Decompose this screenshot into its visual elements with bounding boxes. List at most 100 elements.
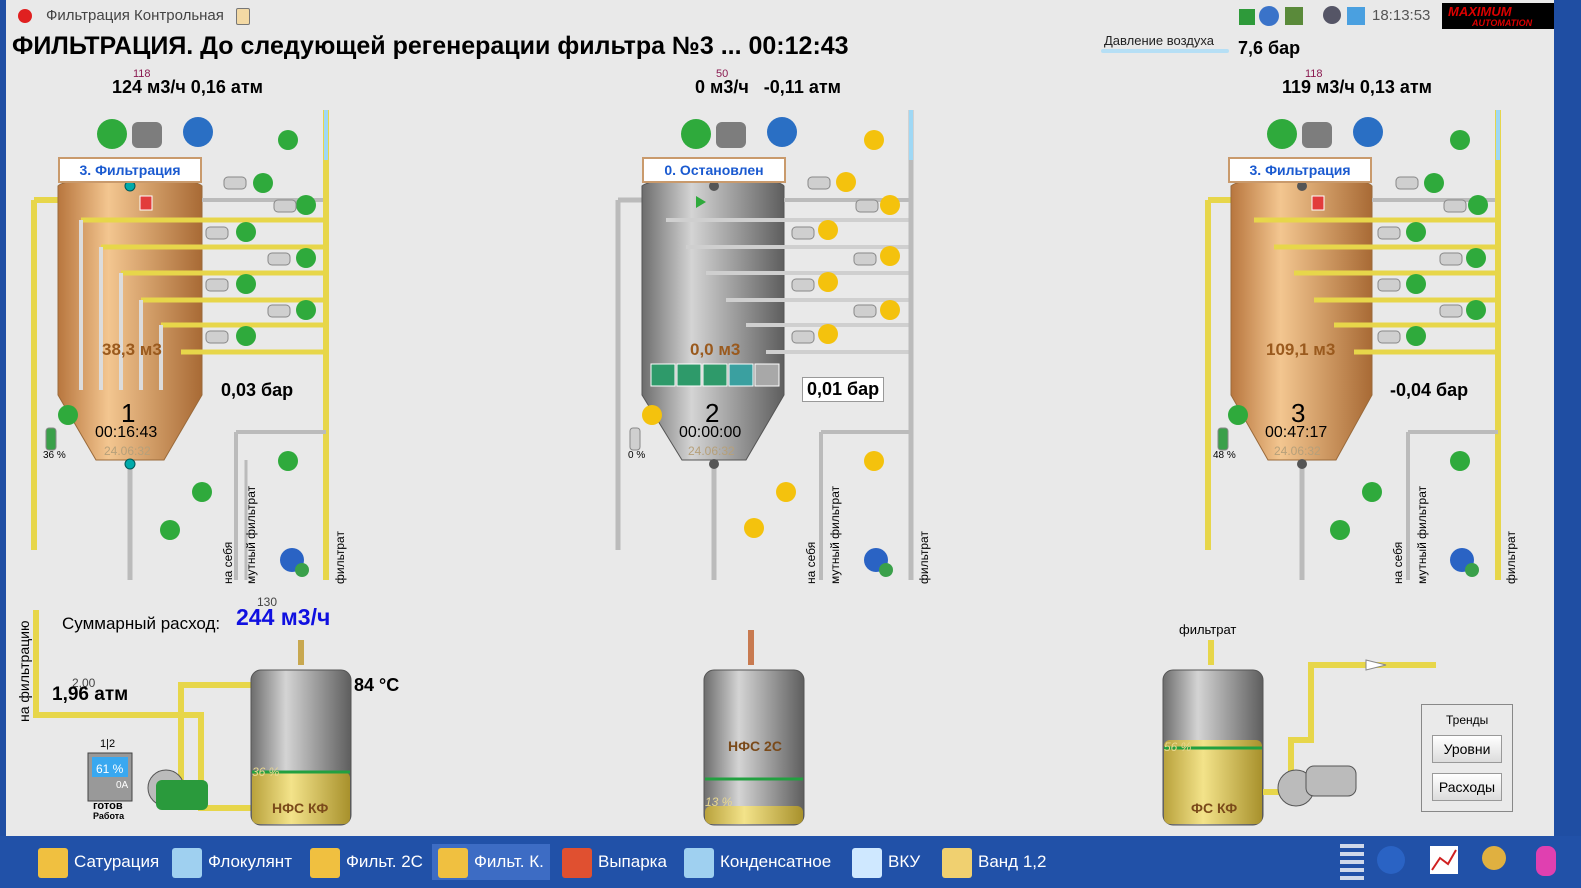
filter-2-level: 0,0 м3 — [690, 340, 741, 359]
filter-1-filtrate-label: фильтрат — [333, 531, 347, 584]
tank-3-name: ФС КФ — [1191, 800, 1238, 816]
task-filter-2c[interactable]: Фильт. 2С — [310, 844, 423, 880]
filter-3-timer: 00:47:17 — [1265, 424, 1328, 441]
filter-2-self-label: на себя — [804, 541, 818, 584]
task-saturation-label: Сатурация — [74, 852, 160, 871]
pump-state-running: Работа — [93, 811, 125, 821]
filter-2-date: 24.06:32 — [688, 444, 735, 458]
task-vand[interactable]: Ванд 1,2 — [942, 844, 1046, 880]
task-vku[interactable]: ВКУ — [852, 844, 920, 880]
company-logo: MAXIMUM AUTOMATION — [1442, 3, 1554, 29]
flocculant-icon — [172, 847, 202, 878]
temperature-value: 84 °C — [354, 675, 400, 695]
task-condensate-label: Конденсатное — [720, 852, 832, 871]
evaporation-icon — [562, 847, 592, 878]
network-icon[interactable] — [1285, 7, 1303, 25]
filter-2-status[interactable]: 0. Остановлен — [642, 157, 786, 183]
task-evaporation[interactable]: Выпарка — [562, 844, 667, 880]
task-vku-label: ВКУ — [888, 852, 921, 871]
filter-3-pressure: -0,04 бар — [1390, 380, 1469, 400]
plus-icon[interactable] — [1239, 9, 1255, 25]
air-pressure-value: 7,6 бар — [1238, 38, 1301, 58]
filter-3-valve-pct: 48 % — [1213, 450, 1236, 461]
filter-1-icons — [97, 117, 213, 149]
filter-3-date: 24.06:32 — [1274, 444, 1321, 458]
filter-3-icons — [1267, 117, 1383, 149]
filter-2-icons — [681, 117, 797, 149]
filter-2-mode-buttons — [650, 363, 780, 387]
cup-icon[interactable] — [132, 122, 162, 148]
task-evaporation-label: Выпарка — [598, 852, 667, 871]
vku-icon — [852, 847, 882, 878]
task-flocculant[interactable]: Флокулянт — [172, 844, 292, 880]
line-pressure-value: 1,96 атм — [52, 684, 129, 705]
close-icon[interactable] — [18, 9, 32, 23]
engineer-icon[interactable] — [1482, 846, 1506, 870]
tank-3-level: 56 % — [1164, 740, 1192, 754]
tank-1-name: НФС КФ — [272, 800, 329, 816]
pump-percent: 61 % — [96, 762, 124, 776]
total-flow-label: Суммарный расход: — [62, 614, 221, 633]
window-title: Фильтрация Контрольная — [46, 7, 224, 24]
clipboard-icon[interactable] — [236, 8, 250, 25]
to-filtration-label: на фильтрацию — [16, 620, 32, 722]
filter-1-status[interactable]: 3. Фильтрация — [58, 157, 202, 183]
timer-icon[interactable] — [97, 119, 127, 149]
filter-2c-icon — [310, 847, 340, 878]
gauge-icon[interactable] — [767, 117, 797, 147]
trends-panel: Тренды Уровни Расходы — [1421, 704, 1513, 812]
task-filter-2c-label: Фильт. 2С — [346, 852, 423, 871]
filter-2-valve-pct: 0 % — [628, 450, 646, 461]
task-flocculant-label: Флокулянт — [208, 852, 292, 871]
filter-3-self-label: на себя — [1391, 541, 1405, 584]
pump-ratio: 1|2 — [100, 738, 116, 750]
task-filter-k-label: Фильт. К. — [474, 852, 544, 871]
chat-icon[interactable] — [1259, 6, 1279, 26]
user-icon[interactable] — [1323, 6, 1341, 24]
trends-flows-button[interactable]: Расходы — [1432, 773, 1502, 801]
task-saturation[interactable]: Сатурация — [38, 844, 159, 880]
filter-1-pressure: 0,03 бар — [221, 380, 294, 400]
svg-text:MAXIMUM: MAXIMUM — [1448, 4, 1513, 19]
tank-1-level: 36 % — [252, 765, 280, 779]
touch-icon[interactable] — [1536, 846, 1556, 876]
page-title: ФИЛЬТРАЦИЯ. До следующей регенерации фил… — [12, 32, 849, 60]
settings-gear-icons[interactable] — [280, 548, 1479, 577]
gauge-icon[interactable] — [1353, 117, 1383, 147]
filter-3-status[interactable]: 3. Фильтрация — [1228, 157, 1372, 183]
settings-icon[interactable] — [1377, 846, 1405, 874]
trends-levels-button[interactable]: Уровни — [1432, 735, 1502, 763]
task-condensate[interactable]: Конденсатное — [684, 844, 831, 880]
filter-k-icon — [438, 847, 468, 878]
menu-icon[interactable] — [1340, 844, 1364, 880]
filter-2-pressure: 0,01 бар — [802, 377, 885, 402]
filter-2-flow: 0 м3/ч -0,11 атм — [695, 77, 841, 97]
task-filter-k[interactable]: Фильт. К. — [432, 844, 550, 880]
filter-1-valve-pct: 36 % — [43, 450, 66, 461]
taskbar-tools — [1340, 844, 1556, 880]
tank-2-level: 13 % — [705, 795, 733, 809]
alarm-indicator — [139, 195, 153, 211]
filter-3-turbid-label: мутный фильтрат — [1415, 485, 1429, 584]
timer-icon[interactable] — [681, 119, 711, 149]
filter-3-flow: 119 м3/ч 0,13 атм — [1282, 77, 1432, 97]
filter-2-turbid-label: мутный фильтрат — [828, 485, 842, 584]
tank-2-name: НФС 2С — [728, 738, 782, 754]
timer-icon[interactable] — [1267, 119, 1297, 149]
cup-icon[interactable] — [1302, 122, 1332, 148]
filter-3-level: 109,1 м3 — [1266, 340, 1336, 359]
filter-2-filtrate-label: фильтрат — [917, 531, 931, 584]
cup-icon[interactable] — [716, 122, 746, 148]
scada-window: Фильтрация Контрольная 18:13:53 MAXIMUM A… — [6, 0, 1554, 836]
tank-3-inlet-label: фильтрат — [1179, 622, 1237, 637]
filter-1-turbid-label: мутный фильтрат — [244, 485, 258, 584]
title-bar: Фильтрация Контрольная 18:13:53 MAXIMUM A… — [6, 0, 1554, 32]
air-pressure-label: Давление воздуха — [1104, 33, 1214, 48]
air-pressure-bar — [1101, 49, 1229, 53]
filter-2-timer: 00:00:00 — [679, 424, 742, 441]
telegram-icon[interactable] — [1347, 7, 1365, 25]
pump-amperage: 0A — [116, 780, 129, 791]
condensate-icon — [684, 847, 714, 878]
trends-title: Тренды — [1446, 713, 1489, 727]
gauge-icon[interactable] — [183, 117, 213, 147]
